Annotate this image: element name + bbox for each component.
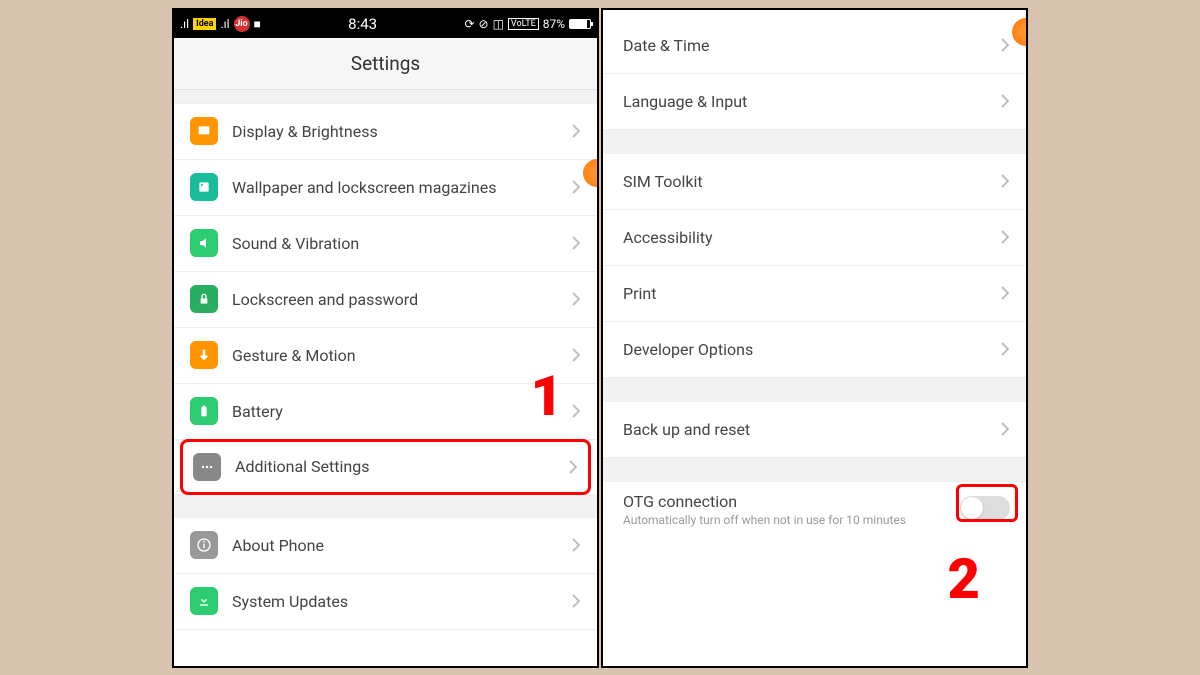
row-label: Language & Input xyxy=(623,92,1000,111)
row-label: System Updates xyxy=(232,592,571,611)
row-developer-options[interactable]: Developer Options xyxy=(603,322,1026,378)
display-icon xyxy=(190,117,218,145)
more-icon xyxy=(193,453,221,481)
row-label: Print xyxy=(623,284,1000,303)
row-label: SIM Toolkit xyxy=(623,172,1000,191)
row-sim-toolkit[interactable]: SIM Toolkit xyxy=(603,154,1026,210)
signal-icon: .ıl xyxy=(180,17,189,31)
row-about-phone[interactable]: About Phone xyxy=(174,518,597,574)
row-accessibility[interactable]: Accessibility xyxy=(603,210,1026,266)
status-time: 8:43 xyxy=(348,15,377,33)
dnd-icon: ⊘ xyxy=(479,17,489,31)
chevron-right-icon xyxy=(1000,285,1010,301)
carrier-badge-jio: Jio xyxy=(234,16,250,32)
row-label: Display & Brightness xyxy=(232,122,571,141)
carrier-badge-idea: Idea xyxy=(193,18,216,30)
row-label: Additional Settings xyxy=(235,457,568,476)
chevron-right-icon xyxy=(1000,229,1010,245)
cast-icon: ◫ xyxy=(493,17,504,31)
chevron-right-icon xyxy=(571,347,581,363)
annotation-2: 2 xyxy=(948,546,980,612)
row-lockscreen-password[interactable]: Lockscreen and password xyxy=(174,272,597,328)
row-otg-connection[interactable]: OTG connection Automatically turn off wh… xyxy=(603,482,1026,533)
page-title: Settings xyxy=(174,38,597,90)
volte-badge: VoLTE xyxy=(508,18,539,30)
row-label: Accessibility xyxy=(623,228,1000,247)
chevron-right-icon xyxy=(1000,173,1010,189)
row-print[interactable]: Print xyxy=(603,266,1026,322)
row-system-updates[interactable]: System Updates xyxy=(174,574,597,630)
row-additional-settings[interactable]: Additional Settings xyxy=(180,439,591,495)
chevron-right-icon xyxy=(571,123,581,139)
battery-icon xyxy=(569,19,591,29)
update-icon xyxy=(190,587,218,615)
row-sound-vibration[interactable]: Sound & Vibration xyxy=(174,216,597,272)
chevron-right-icon xyxy=(1000,37,1010,53)
video-icon: ■ xyxy=(254,17,261,31)
annotation-highlight-2 xyxy=(956,484,1018,522)
gesture-icon xyxy=(190,341,218,369)
row-label: Developer Options xyxy=(623,340,1000,359)
chevron-right-icon xyxy=(571,593,581,609)
otg-title: OTG connection xyxy=(623,492,960,511)
chevron-right-icon xyxy=(1000,93,1010,109)
row-label: Battery xyxy=(232,402,571,421)
status-bar: .ıl Idea .ıl Jio ■ 8:43 ⟳ ⊘ ◫ VoLTE 87% xyxy=(174,10,597,38)
chevron-right-icon xyxy=(1000,341,1010,357)
sync-icon: ⟳ xyxy=(464,17,474,31)
phone-screenshot-1: .ıl Idea .ıl Jio ■ 8:43 ⟳ ⊘ ◫ VoLTE 87% … xyxy=(172,8,599,668)
phone-screenshot-2: Date & Time Language & Input SIM Toolkit… xyxy=(601,8,1028,668)
annotation-1: 1 xyxy=(531,363,563,429)
row-wallpaper[interactable]: Wallpaper and lockscreen magazines xyxy=(174,160,597,216)
chevron-right-icon xyxy=(571,291,581,307)
chevron-right-icon xyxy=(571,537,581,553)
row-label: Back up and reset xyxy=(623,420,1000,439)
chevron-right-icon xyxy=(568,459,578,475)
wallpaper-icon xyxy=(190,173,218,201)
row-label: Wallpaper and lockscreen magazines xyxy=(232,178,571,197)
lock-icon xyxy=(190,285,218,313)
info-icon xyxy=(190,531,218,559)
row-label: Lockscreen and password xyxy=(232,290,571,309)
row-label: Sound & Vibration xyxy=(232,234,571,253)
row-language-input[interactable]: Language & Input xyxy=(603,74,1026,130)
row-label: Gesture & Motion xyxy=(232,346,571,365)
chevron-right-icon xyxy=(571,403,581,419)
chevron-right-icon xyxy=(571,179,581,195)
row-label: About Phone xyxy=(232,536,571,555)
row-label: Date & Time xyxy=(623,36,1000,55)
otg-subtitle: Automatically turn off when not in use f… xyxy=(623,513,960,527)
row-date-time[interactable]: Date & Time xyxy=(603,18,1026,74)
battery-row-icon xyxy=(190,397,218,425)
signal-icon: .ıl xyxy=(220,17,229,31)
battery-percentage: 87% xyxy=(543,17,565,31)
sound-icon xyxy=(190,229,218,257)
row-display-brightness[interactable]: Display & Brightness xyxy=(174,104,597,160)
chevron-right-icon xyxy=(1000,421,1010,437)
chevron-right-icon xyxy=(571,235,581,251)
row-backup-reset[interactable]: Back up and reset xyxy=(603,402,1026,458)
